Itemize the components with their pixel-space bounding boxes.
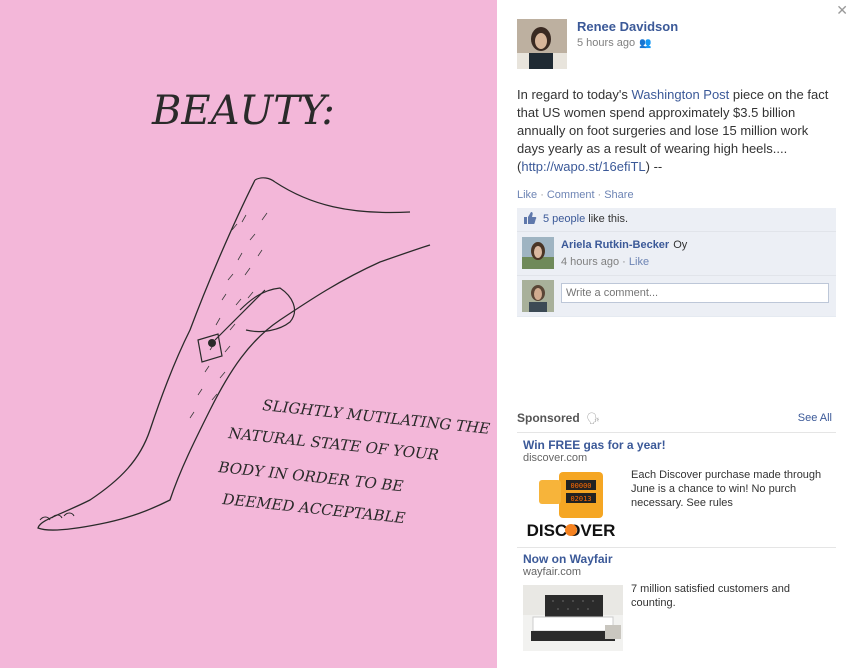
post-time: 5 hours ago 👥 [577,37,652,49]
megaphone-icon: 🗣 [586,413,600,425]
post-text-before: In regard to today's [517,87,632,102]
likers-link[interactable]: 5 people [543,213,585,225]
photo-caption-line-2: NATURAL STATE OF YOUR [227,424,440,464]
commenter-photo [522,237,554,269]
separator: · [597,189,602,201]
like-link[interactable]: Like [517,189,537,201]
ad-url[interactable]: wayfair.com [523,566,581,578]
post-actions: Like · Comment · Share [517,189,634,201]
comment-link[interactable]: Comment [547,189,595,201]
author-name[interactable]: Renee Davidson [577,19,678,34]
wapo-short-link[interactable]: http://wapo.st/16efiTL [521,159,645,174]
share-link[interactable]: Share [604,189,633,201]
photo-title: BEAUTY: [151,88,335,134]
write-comment-row [517,276,836,316]
close-icon[interactable]: ✕ [836,2,848,19]
viewer-photo [522,280,554,312]
ad-title[interactable]: Now on Wayfair [523,552,613,566]
comment-item: Ariela Rutkin-Becker Oy 4 hours ago · Lik… [517,232,836,276]
ad-discover[interactable]: Win FREE gas for a year! discover.com 00… [517,432,836,548]
post-message: In regard to today's Washington Post pie… [517,86,837,176]
gas-pump-image: 00000 02013 DISCOVER [523,470,623,542]
comment-text: Oy [673,239,688,251]
ad-image[interactable] [523,585,623,651]
comment-like-link[interactable]: Like [629,256,649,268]
commenter-avatar[interactable] [522,237,554,269]
author-photo [517,19,567,69]
sponsored-header: Sponsored 🗣 See All [517,411,832,431]
feedback-box: 5 people like this. Ariela Rutkin-Becker… [517,208,836,317]
washington-post-link[interactable]: Washington Post [632,87,730,102]
pump-digits-bottom: 02013 [570,495,591,503]
sponsored-label: Sponsored [517,411,580,425]
commenter-name[interactable]: Ariela Rutkin-Becker [561,239,669,251]
post-timestamp[interactable]: 5 hours ago [577,37,635,49]
pump-digits-top: 00000 [570,482,591,490]
thumbs-up-icon [524,212,537,225]
ad-body[interactable]: Each Discover purchase made through June… [631,468,831,510]
comment-input[interactable] [561,283,829,303]
likes-summary: 5 people like this. [517,208,836,232]
ad-body[interactable]: 7 million satisfied customers and counti… [631,582,831,610]
post-photo[interactable]: BEAUTY: SLIGHTLY MUTILATING THE NATURAL … [0,0,497,668]
audience-friends-icon[interactable]: 👥 [639,38,651,49]
post-text-after: ) -- [645,159,663,174]
ad-url[interactable]: discover.com [523,452,587,464]
viewer-avatar [522,280,554,312]
bed-image [523,585,623,651]
photo-caption-line-4: DEEMED ACCEPTABLE [221,490,407,527]
likes-suffix: like this. [585,213,629,225]
separator: · [540,189,544,201]
ad-image[interactable]: 00000 02013 DISCOVER [523,470,623,542]
comment-meta: 4 hours ago · Like [561,256,650,268]
see-all-link[interactable]: See All [798,412,832,424]
ad-title[interactable]: Win FREE gas for a year! [523,438,666,452]
post-sidebar: ✕ Renee Davidson 5 hours ago 👥 In regard … [497,0,854,668]
comment-line: Ariela Rutkin-Becker Oy [561,239,687,251]
leg-drawing: BEAUTY: SLIGHTLY MUTILATING THE NATURAL … [37,88,491,531]
author-avatar[interactable] [517,19,567,69]
comment-time[interactable]: 4 hours ago [561,256,619,268]
ad-wayfair[interactable]: Now on Wayfair wayfair.com 7 million sat… [517,547,836,657]
photo-caption-line-3: BODY IN ORDER TO BE [217,458,405,495]
